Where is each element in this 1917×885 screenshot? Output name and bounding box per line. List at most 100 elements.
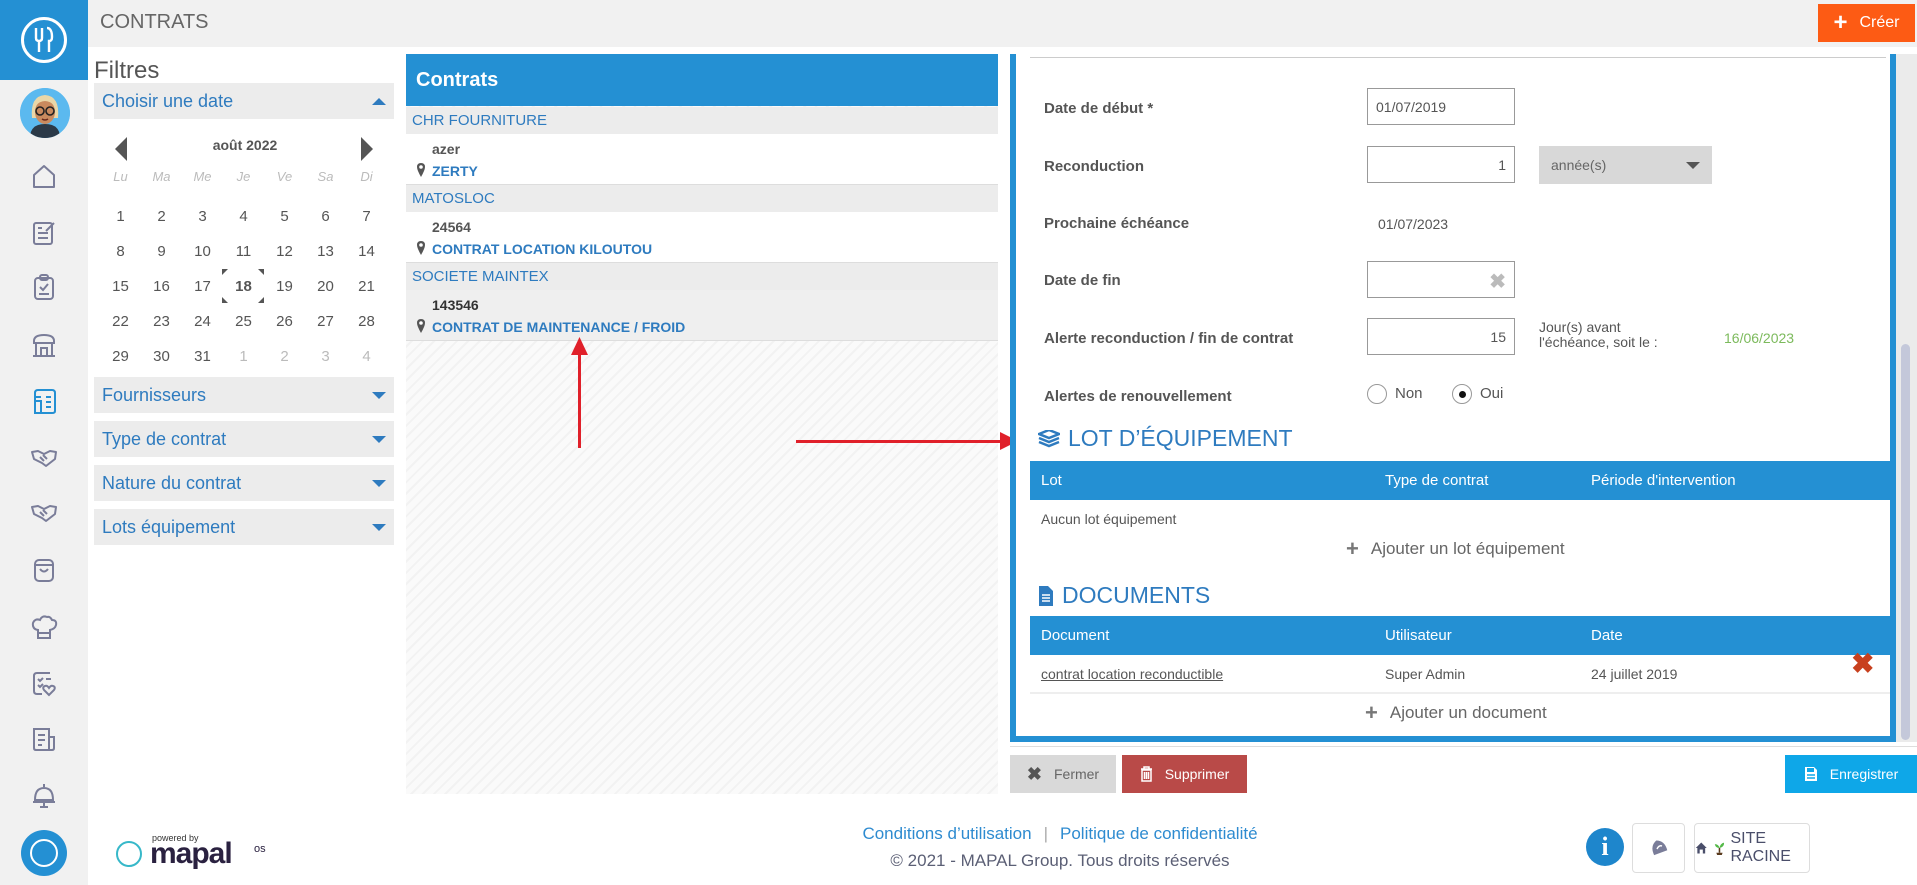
- calendar-day[interactable]: 29: [100, 348, 141, 365]
- document-name[interactable]: contrat location reconductible: [1041, 666, 1223, 682]
- reconduction-input[interactable]: [1367, 146, 1515, 183]
- documents-section-label: DOCUMENTS: [1062, 582, 1211, 608]
- calendar-day[interactable]: 11: [223, 243, 264, 260]
- cutlery-icon: [30, 839, 58, 867]
- delete-document-icon[interactable]: ✖: [1851, 650, 1874, 678]
- column-header: Utilisateur: [1385, 627, 1452, 644]
- calendar-day[interactable]: 28: [346, 313, 387, 330]
- save-button[interactable]: Enregistrer: [1785, 755, 1917, 793]
- filter-contract-nature[interactable]: Nature du contrat: [94, 465, 394, 501]
- map-pin-icon: [417, 163, 425, 177]
- alert-text-line: Jour(s) avant: [1539, 319, 1621, 335]
- shopping-bag-icon[interactable]: [29, 555, 59, 585]
- reconduction-unit-select[interactable]: année(s): [1539, 146, 1712, 184]
- alert-days-input[interactable]: [1367, 318, 1515, 355]
- cloche-icon[interactable]: [29, 780, 59, 810]
- detail-scrollbar[interactable]: [1896, 54, 1917, 742]
- mapal-brand: mapal: [150, 837, 233, 870]
- radio-non[interactable]: [1367, 384, 1387, 404]
- info-icon[interactable]: i: [1586, 828, 1624, 866]
- privacy-link[interactable]: Politique de confidentialité: [1060, 824, 1258, 843]
- filter-label: Type de contrat: [102, 428, 227, 449]
- notifications-button[interactable]: [1632, 823, 1685, 873]
- calendar-day[interactable]: 15: [100, 278, 141, 295]
- calendar-day[interactable]: 3: [182, 208, 223, 225]
- calendar-day[interactable]: 2: [141, 208, 182, 225]
- clipboard-check-icon[interactable]: [29, 272, 59, 302]
- calendar-day[interactable]: 31: [182, 348, 223, 365]
- calendar-day[interactable]: 14: [346, 243, 387, 260]
- delete-button[interactable]: Supprimer: [1122, 755, 1247, 793]
- calendar-day[interactable]: 21: [346, 278, 387, 295]
- mapal-app-icon[interactable]: [21, 830, 67, 876]
- column-header: Type de contrat: [1385, 472, 1489, 489]
- calendar-day[interactable]: 25: [223, 313, 264, 330]
- calendar-day[interactable]: 17: [182, 278, 223, 295]
- calendar-day[interactable]: 22: [100, 313, 141, 330]
- calendar-day[interactable]: 2: [264, 348, 305, 365]
- start-date-input[interactable]: [1367, 88, 1515, 125]
- calendar-day[interactable]: 30: [141, 348, 182, 365]
- filter-suppliers[interactable]: Fournisseurs: [94, 377, 394, 413]
- divider: [1030, 692, 1890, 694]
- calendar-day[interactable]: 8: [100, 243, 141, 260]
- delete-button-label: Supprimer: [1164, 766, 1230, 782]
- calendar-day[interactable]: 1: [223, 348, 264, 365]
- contract-list-item[interactable]: azer ZERTY: [406, 134, 998, 185]
- create-button[interactable]: + Créer: [1818, 4, 1915, 42]
- store-icon[interactable]: [29, 330, 59, 360]
- document-link[interactable]: contrat location reconductible: [1041, 666, 1223, 682]
- trash-icon: [1140, 766, 1152, 782]
- end-date-input[interactable]: ✖: [1367, 261, 1515, 298]
- close-button-label: Fermer: [1053, 766, 1100, 782]
- calendar-day[interactable]: 16: [141, 278, 182, 295]
- contract-list-item[interactable]: 24564 CONTRAT LOCATION KILOUTOU: [406, 212, 998, 263]
- calendar-day[interactable]: 27: [305, 313, 346, 330]
- app-logo[interactable]: [0, 0, 88, 80]
- handshake-alt-icon[interactable]: [29, 497, 59, 527]
- contract-detail-panel: Date de début * Reconduction année(s) Pr…: [1010, 54, 1896, 742]
- user-avatar[interactable]: [20, 88, 70, 138]
- filter-date-toggle[interactable]: Choisir une date: [94, 83, 394, 119]
- filter-contract-type[interactable]: Type de contrat: [94, 421, 394, 457]
- calendar-day[interactable]: 12: [264, 243, 305, 260]
- clear-icon[interactable]: ✖: [1489, 269, 1506, 294]
- calendar-day[interactable]: 7: [346, 208, 387, 225]
- calendar-day[interactable]: 9: [141, 243, 182, 260]
- calendar-day[interactable]: 26: [264, 313, 305, 330]
- add-equipment-lot-link[interactable]: + Ajouter un lot équipement: [1346, 536, 1565, 562]
- calendar-day[interactable]: 6: [305, 208, 346, 225]
- scrollbar-thumb[interactable]: [1901, 344, 1910, 740]
- calendar-day[interactable]: 5: [264, 208, 305, 225]
- terms-link[interactable]: Conditions d’utilisation: [862, 824, 1031, 843]
- calendar-day[interactable]: 10: [182, 243, 223, 260]
- home-icon[interactable]: [29, 162, 59, 192]
- add-document-link[interactable]: + Ajouter un document: [1365, 700, 1547, 726]
- filter-equipment-lots[interactable]: Lots équipement: [94, 509, 394, 545]
- equipment-icon[interactable]: [29, 386, 59, 416]
- equipment-section-label: LOT D’ÉQUIPEMENT: [1068, 425, 1293, 451]
- checklist-heart-icon[interactable]: [29, 668, 59, 698]
- calendar-day[interactable]: 19: [264, 278, 305, 295]
- equipment-table-header: Lot Type de contrat Période d'interventi…: [1030, 461, 1890, 500]
- calendar-day[interactable]: 13: [305, 243, 346, 260]
- document-date: 24 juillet 2019: [1591, 666, 1678, 682]
- calendar-day[interactable]: 1: [100, 208, 141, 225]
- caret-up-icon: [372, 97, 386, 105]
- next-month-icon[interactable]: [361, 137, 373, 161]
- edit-document-icon[interactable]: [29, 218, 59, 248]
- handshake-icon[interactable]: [29, 442, 59, 472]
- calendar-day[interactable]: 3: [305, 348, 346, 365]
- calendar-day[interactable]: 23: [141, 313, 182, 330]
- calendar-day[interactable]: 4: [223, 208, 264, 225]
- close-button[interactable]: ✖ Fermer: [1010, 755, 1116, 793]
- calendar-day[interactable]: 24: [182, 313, 223, 330]
- contract-list-item-selected[interactable]: 143546 CONTRAT DE MAINTENANCE / FROID: [406, 290, 998, 341]
- calendar-day[interactable]: 20: [305, 278, 346, 295]
- chef-hat-icon[interactable]: [29, 612, 59, 642]
- report-icon[interactable]: [29, 724, 59, 754]
- site-selector-button[interactable]: SITE RACINE: [1694, 823, 1810, 873]
- calendar-day[interactable]: 4: [346, 348, 387, 365]
- radio-oui-label: Oui: [1480, 385, 1504, 402]
- radio-oui[interactable]: [1452, 384, 1472, 404]
